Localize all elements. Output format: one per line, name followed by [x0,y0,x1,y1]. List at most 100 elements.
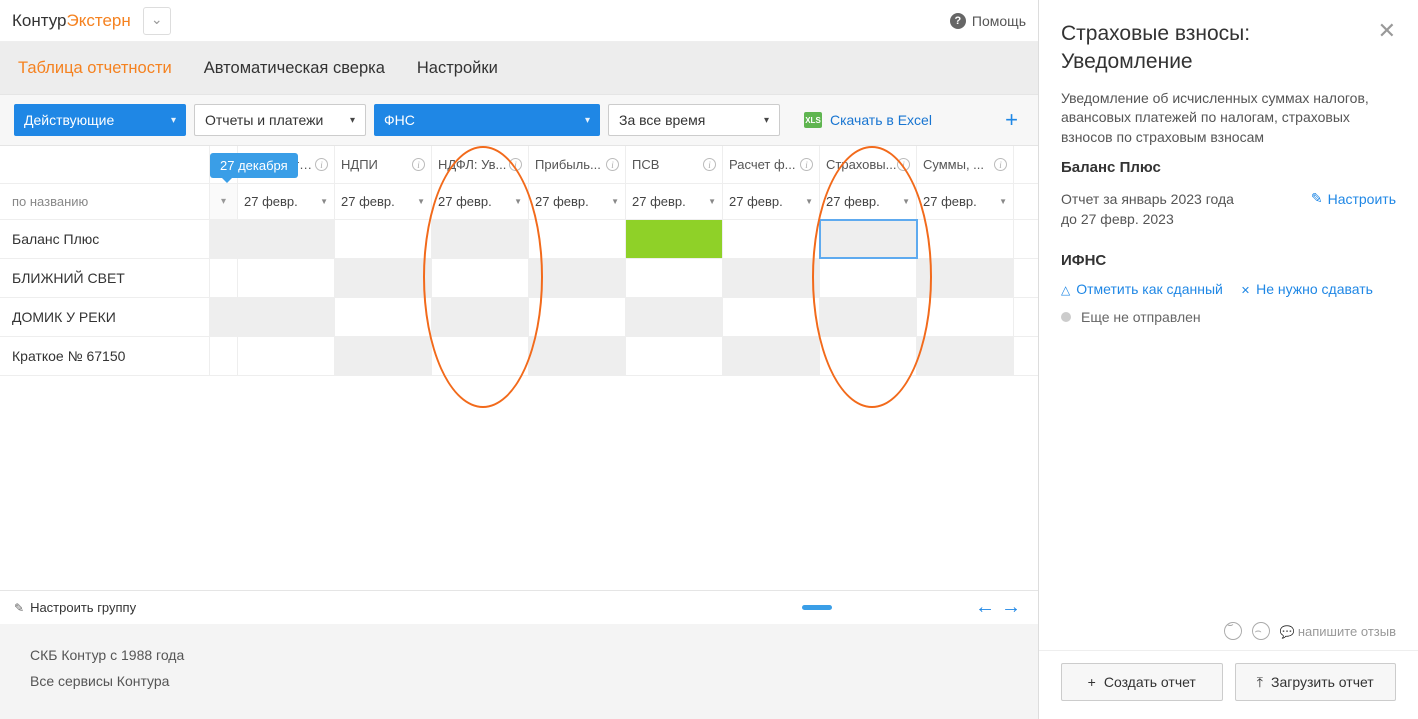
grid-cell[interactable] [238,220,335,258]
grid-cell[interactable] [432,298,529,336]
column-date-filter[interactable]: 27 февр.▼ [238,184,335,219]
scrollbar-thumb[interactable] [802,605,832,610]
no-need-action[interactable]: Не нужно сдавать [1241,281,1373,297]
grid-cell[interactable] [335,259,432,297]
grid-cell[interactable] [626,298,723,336]
tab-settings[interactable]: Настройки [417,59,498,78]
column-date-filter[interactable]: 27 февр.▼ [723,184,820,219]
close-icon[interactable]: ✕ [1378,20,1396,77]
column-header[interactable]: Страховы...i [820,146,917,183]
column-date-filter[interactable]: 27 февр.▼ [820,184,917,219]
info-icon[interactable]: i [703,158,716,171]
create-report-button[interactable]: +Создать отчет [1061,663,1223,701]
column-header[interactable]: НДФЛ: Ув...i [432,146,529,183]
caret-down-icon: ▼ [999,197,1007,206]
grid-cell[interactable] [238,337,335,375]
grid-cell[interactable] [723,259,820,297]
info-icon[interactable]: i [897,158,910,171]
grid-cell[interactable] [917,220,1014,258]
feedback-bar: напишите отзыв [1039,622,1418,650]
grid-cell[interactable] [238,298,335,336]
scroll-left[interactable]: ← [972,596,998,619]
filter-type[interactable]: Отчеты и платежи▾ [194,104,366,136]
column-header[interactable]: Суммы, ...i [917,146,1014,183]
add-button[interactable]: + [999,107,1024,133]
grid-cell[interactable] [917,337,1014,375]
plus-icon: + [1088,674,1096,690]
row-name[interactable]: Краткое № 67150 [0,337,210,375]
grid-cell[interactable] [723,298,820,336]
grid-cell[interactable] [723,220,820,258]
column-date-filter[interactable]: 27 февр.▼ [432,184,529,219]
filter-status[interactable]: Действующие▾ [14,104,186,136]
info-icon[interactable]: i [994,158,1007,171]
info-icon[interactable]: i [606,158,619,171]
grid-cell[interactable] [626,259,723,297]
grid-cell[interactable] [917,298,1014,336]
column-header[interactable]: Расчет ф...i [723,146,820,183]
chevron-down-icon: ▾ [585,115,590,126]
feedback-positive-icon[interactable] [1224,622,1242,640]
tab-reconciliation[interactable]: Автоматическая сверка [204,59,385,78]
grid-cell[interactable] [432,220,529,258]
grid-cell[interactable] [723,337,820,375]
row-extra-cell[interactable] [210,337,238,375]
column-date-filter[interactable]: 27 февр.▼ [626,184,723,219]
column-date-filter[interactable]: 27 февр.▼ [529,184,626,219]
grid-cell[interactable] [820,298,917,336]
grid-cell[interactable] [917,259,1014,297]
mark-done-action[interactable]: Отметить как сданный [1061,281,1223,297]
grid-cell[interactable] [529,259,626,297]
tab-reporting[interactable]: Таблица отчетности [18,59,172,78]
filter-period[interactable]: За все время▾ [608,104,780,136]
row-name[interactable]: ДОМИК У РЕКИ [0,298,210,336]
column-date-filter[interactable]: 27 февр.▼ [917,184,1014,219]
grid-cell[interactable] [529,337,626,375]
filter-authority[interactable]: ФНС▾ [374,104,600,136]
footer-line2[interactable]: Все сервисы Контура [30,668,1008,695]
grid-cell[interactable] [335,337,432,375]
column-date-filter[interactable]: 27 февр.▼ [335,184,432,219]
feedback-comment[interactable]: напишите отзыв [1280,624,1396,639]
row-name[interactable]: Баланс Плюс [0,220,210,258]
download-excel[interactable]: XLS Скачать в Excel [804,112,932,128]
info-icon[interactable]: i [315,158,328,171]
row-extra-cell[interactable] [210,220,238,258]
extra-col-sub[interactable]: ▾ [210,184,238,219]
scroll-right[interactable]: → [998,596,1024,619]
logo[interactable]: КонтурЭкстерн [12,11,131,31]
configure-group[interactable]: Настроить группу [14,600,136,615]
grid-cell[interactable] [820,259,917,297]
info-icon[interactable]: i [800,158,813,171]
grid-cell[interactable] [529,220,626,258]
footer-line1[interactable]: СКБ Контур с 1988 года [30,642,1008,669]
grid-cell[interactable] [335,220,432,258]
grid-cell[interactable] [432,259,529,297]
panel-status: Еще не отправлен [1039,297,1418,325]
grid-cell[interactable] [820,337,917,375]
grid-cell[interactable] [335,298,432,336]
global-footer: СКБ Контур с 1988 года Все сервисы Конту… [0,624,1038,719]
column-header[interactable]: Прибыль...i [529,146,626,183]
column-header[interactable]: НДПИi [335,146,432,183]
grid-cell[interactable] [238,259,335,297]
grid-cell[interactable] [626,220,723,258]
feedback-negative-icon[interactable] [1252,622,1270,640]
help-link[interactable]: ? Помощь [950,13,1026,29]
info-icon[interactable]: i [509,158,522,171]
product-switcher[interactable] [143,7,171,35]
row-name[interactable]: БЛИЖНИЙ СВЕТ [0,259,210,297]
row-extra-cell[interactable] [210,259,238,297]
panel-configure[interactable]: ✎ Настроить [1311,190,1396,207]
info-icon[interactable]: i [412,158,425,171]
grid-cell[interactable] [432,337,529,375]
name-sort[interactable]: по названию [0,184,210,219]
column-header[interactable]: ПСВi [626,146,723,183]
row-extra-cell[interactable] [210,298,238,336]
caret-down-icon: ▼ [320,197,328,206]
grid-cell[interactable] [820,220,917,258]
grid-cell[interactable] [626,337,723,375]
panel-title: Страховые взносы: Уведомление [1061,20,1378,77]
upload-report-button[interactable]: ⤒Загрузить отчет [1235,663,1397,701]
grid-cell[interactable] [529,298,626,336]
